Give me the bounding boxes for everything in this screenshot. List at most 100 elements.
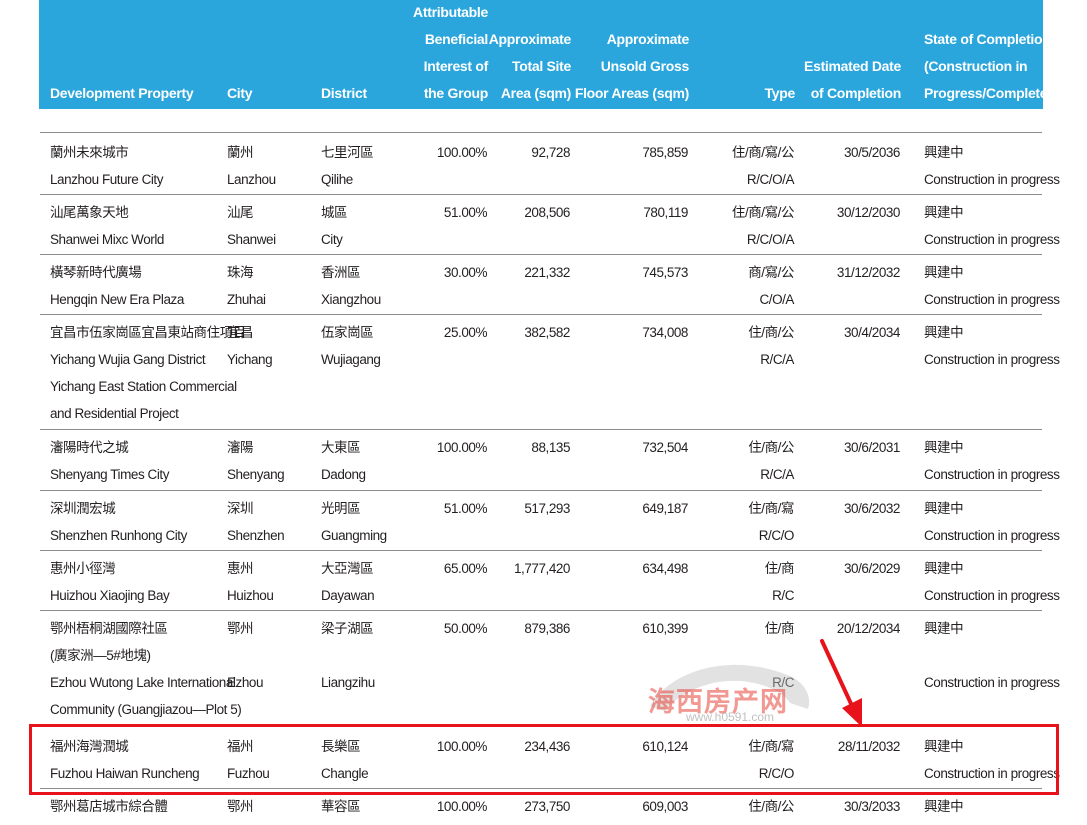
state-english: Construction in progress xyxy=(924,172,1060,187)
type-english: R/C/O/A xyxy=(746,232,795,247)
header-unsold-gfa: Approximate Unsold Gross Floor Areas (sq… xyxy=(574,31,689,101)
interest-percent: 100.00% xyxy=(436,799,488,814)
unsold-gfa: 745,573 xyxy=(642,265,688,280)
header-completion-date: Estimated Date of Completion xyxy=(804,58,901,101)
unsold-gfa: 634,498 xyxy=(642,561,688,576)
city-chinese: 鄂州 xyxy=(227,799,254,814)
site-area: 517,293 xyxy=(524,501,570,516)
type-english: R/C/A xyxy=(760,467,794,482)
property-name-english: Shanwei Mixc World xyxy=(50,232,164,247)
district-english: Qilihe xyxy=(321,172,353,187)
state-chinese: 興建中 xyxy=(924,145,964,160)
state-chinese: 興建中 xyxy=(924,621,964,636)
row-divider xyxy=(40,254,1042,255)
property-name-chinese: 蘭州未來城市 xyxy=(50,145,129,160)
property-name-english: Huizhou Xiaojing Bay xyxy=(50,588,170,603)
city-english: Huizhou xyxy=(227,588,274,603)
header-development-property: Development Property xyxy=(50,85,194,101)
interest-percent: 51.00% xyxy=(443,501,488,516)
city-chinese: 宜昌 xyxy=(227,325,254,340)
state-chinese: 興建中 xyxy=(924,501,964,516)
state-chinese: 興建中 xyxy=(924,440,964,455)
district-chinese: 華容區 xyxy=(321,799,361,814)
city-chinese: 瀋陽 xyxy=(227,440,254,455)
state-chinese: 興建中 xyxy=(924,265,964,280)
state-english: Construction in progress xyxy=(924,528,1060,543)
type-chinese: 住/商/公 xyxy=(748,440,794,455)
state-chinese: 興建中 xyxy=(924,325,964,340)
district-chinese: 大亞灣區 xyxy=(321,561,374,576)
site-area: 92,728 xyxy=(531,145,570,160)
district-chinese: 城區 xyxy=(321,205,348,220)
unsold-gfa: 609,003 xyxy=(642,799,688,814)
property-name-english: Hengqin New Era Plaza xyxy=(50,292,184,307)
property-name-chinese: 瀋陽時代之城 xyxy=(50,440,129,455)
unsold-gfa: 649,187 xyxy=(642,501,688,516)
interest-percent: 50.00% xyxy=(443,621,488,636)
property-name-chinese: 深圳潤宏城 xyxy=(50,501,116,516)
state-english: Construction in progress xyxy=(924,588,1060,603)
type-chinese: 住/商 xyxy=(764,621,795,636)
city-chinese: 惠州 xyxy=(227,561,254,576)
property-name-chinese: 鄂州葛店城市綜合體 xyxy=(50,799,168,814)
state-chinese: 興建中 xyxy=(924,205,964,220)
district-chinese: 光明區 xyxy=(321,501,361,516)
site-area: 208,506 xyxy=(524,205,570,220)
completion-date: 31/12/2032 xyxy=(836,265,901,280)
district-chinese: 七里河區 xyxy=(321,145,374,160)
district-english: Liangzihu xyxy=(321,675,375,690)
district-chinese: 伍家崗區 xyxy=(321,325,374,340)
property-name-chinese: 橫琴新時代廣場 xyxy=(50,265,142,280)
property-name-chinese: 宜昌市伍家崗區宜昌東站商住項目 xyxy=(50,325,246,340)
site-area: 88,135 xyxy=(531,440,570,455)
completion-date: 30/6/2031 xyxy=(843,440,900,455)
type-chinese: 住/商/公 xyxy=(748,325,794,340)
state-chinese: 興建中 xyxy=(924,561,964,576)
city-chinese: 珠海 xyxy=(227,265,254,280)
unsold-gfa: 610,399 xyxy=(642,621,688,636)
header-city: City xyxy=(227,85,253,101)
property-name-chinese: 汕尾萬象天地 xyxy=(50,205,129,220)
type-english: C/O/A xyxy=(759,292,794,307)
type-chinese: 住/商/寫 xyxy=(748,501,794,516)
row-divider xyxy=(40,194,1042,195)
site-area: 273,750 xyxy=(524,799,570,814)
completion-date: 30/6/2032 xyxy=(843,501,900,516)
property-name-english: Ezhou Wutong Lake International Communit… xyxy=(50,675,242,717)
city-english: Shanwei xyxy=(227,232,276,247)
row-divider xyxy=(40,610,1042,611)
watermark-url: www.h0591.com xyxy=(686,710,775,724)
row-divider xyxy=(40,550,1042,551)
unsold-gfa: 780,119 xyxy=(643,205,688,220)
header-district: District xyxy=(321,85,367,101)
completion-date: 30/5/2036 xyxy=(843,145,900,160)
district-english: Dayawan xyxy=(321,588,375,603)
completion-date: 30/3/2033 xyxy=(843,799,900,814)
city-english: Shenyang xyxy=(227,467,285,482)
property-name-chinese: 惠州小徑灣 xyxy=(50,561,116,576)
type-english: R/C xyxy=(772,588,794,603)
type-chinese: 住/商 xyxy=(764,561,795,576)
district-english: Dadong xyxy=(321,467,366,482)
completion-date: 30/4/2034 xyxy=(843,325,900,340)
district-chinese: 香洲區 xyxy=(321,265,361,280)
type-chinese: 住/商/寫/公 xyxy=(731,145,795,160)
property-name-chinese: 鄂州梧桐湖國際社區 (廣家洲—5#地塊) xyxy=(50,621,168,663)
city-chinese: 汕尾 xyxy=(227,205,254,220)
site-area: 879,386 xyxy=(524,621,570,636)
site-area: 382,582 xyxy=(524,325,570,340)
state-english: Construction in progress xyxy=(924,292,1060,307)
city-chinese: 蘭州 xyxy=(227,145,254,160)
city-english: Zhuhai xyxy=(227,292,266,307)
unsold-gfa: 734,008 xyxy=(642,325,688,340)
interest-percent: 100.00% xyxy=(436,145,488,160)
row-divider xyxy=(40,490,1042,491)
property-name-english: Shenyang Times City xyxy=(50,467,170,482)
property-name-english: Shenzhen Runhong City xyxy=(50,528,187,543)
city-english: Shenzhen xyxy=(227,528,285,543)
table-header: Development Property City District Attri… xyxy=(39,0,1060,109)
state-english: Construction in progress xyxy=(924,467,1060,482)
property-table-page: Development Property City District Attri… xyxy=(0,0,1087,825)
state-english: Construction in progress xyxy=(924,675,1060,690)
unsold-gfa: 732,504 xyxy=(642,440,688,455)
